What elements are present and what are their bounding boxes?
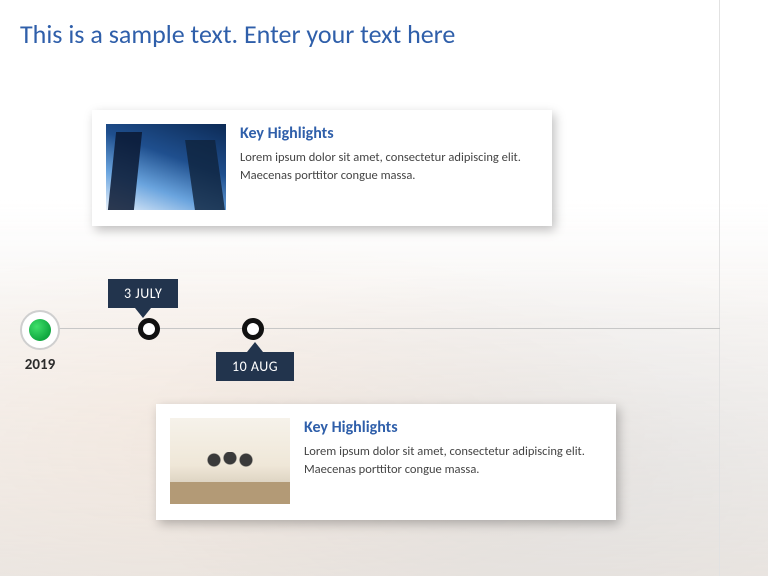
- right-divider: [719, 0, 720, 576]
- start-dot-icon: [29, 319, 51, 341]
- slide-title[interactable]: This is a sample text. Enter your text h…: [20, 18, 455, 50]
- highlight-card-2: Key Highlights Lorem ipsum dolor sit ame…: [156, 404, 616, 520]
- date-flag-1: 3 JULY: [108, 279, 178, 308]
- card-2-image: [170, 418, 290, 504]
- timeline-axis: [28, 328, 720, 329]
- flag-tail-icon: [135, 308, 151, 318]
- timeline-node-1: [138, 318, 160, 340]
- card-1-heading[interactable]: Key Highlights: [240, 124, 534, 143]
- card-1-image: [106, 124, 226, 210]
- date-flag-2: 10 AUG: [216, 352, 294, 381]
- card-2-heading[interactable]: Key Highlights: [304, 418, 598, 437]
- card-2-text[interactable]: Lorem ipsum dolor sit amet, consectetur …: [304, 443, 598, 479]
- slide-root: This is a sample text. Enter your text h…: [0, 0, 768, 576]
- date-flag-1-label: 3 JULY: [124, 285, 162, 302]
- timeline-start-year: 2019: [20, 356, 60, 374]
- date-flag-2-label: 10 AUG: [232, 358, 278, 375]
- card-2-body: Key Highlights Lorem ipsum dolor sit ame…: [304, 418, 598, 504]
- timeline-start-marker: [20, 310, 60, 350]
- card-1-body: Key Highlights Lorem ipsum dolor sit ame…: [240, 124, 534, 210]
- card-1-text[interactable]: Lorem ipsum dolor sit amet, consectetur …: [240, 149, 534, 185]
- flag-tail-icon: [247, 342, 263, 352]
- timeline-node-2: [242, 318, 264, 340]
- highlight-card-1: Key Highlights Lorem ipsum dolor sit ame…: [92, 110, 552, 226]
